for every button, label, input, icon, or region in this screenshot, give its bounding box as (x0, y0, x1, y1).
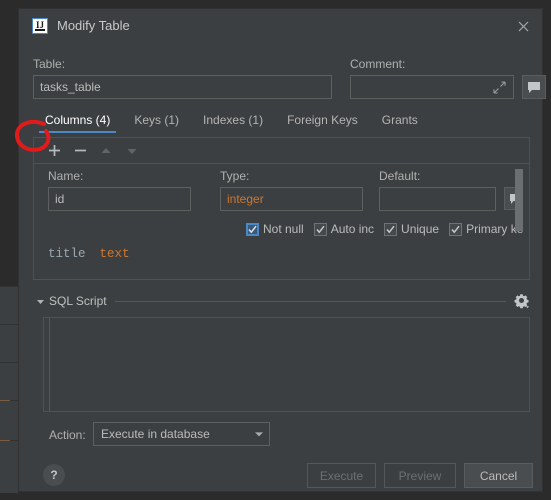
background-window-divider-1 (0, 400, 10, 401)
table-editor-tabs: Columns (4) Keys (1) Indexes (1) Foreign… (33, 113, 430, 137)
triangle-up-icon[interactable] (95, 141, 117, 161)
tab-columns[interactable]: Columns (4) (33, 113, 122, 133)
gear-icon[interactable] (514, 293, 530, 309)
checkbox-auto-inc-box[interactable] (313, 222, 327, 236)
dialog-title: Modify Table (57, 18, 130, 33)
tab-keys[interactable]: Keys (1) (122, 113, 191, 133)
column-name-input[interactable] (48, 187, 191, 211)
checkbox-auto-inc[interactable]: Auto inc (313, 222, 375, 236)
tab-indexes[interactable]: Indexes (1) (191, 113, 275, 133)
column-type-label: Type: (220, 169, 250, 183)
column-type-input[interactable] (220, 187, 363, 211)
background-window-strip-4 (0, 400, 18, 441)
sql-script-title: SQL Script (49, 294, 107, 308)
section-divider (114, 300, 506, 302)
column-row-expanded (40, 187, 523, 211)
checkbox-primary-key[interactable]: Primary key (449, 222, 523, 236)
column-default-input[interactable] (379, 187, 496, 211)
action-label: Action: (49, 428, 86, 442)
background-window-strip-1 (0, 286, 18, 325)
column-row-title-name: title (48, 247, 86, 261)
background-window-strip-5 (0, 440, 18, 493)
preview-button[interactable]: Preview (384, 463, 456, 488)
add-column-button[interactable] (43, 141, 65, 161)
columns-scrollbar-thumb[interactable] (515, 169, 523, 231)
background-window-strip-2 (0, 324, 18, 363)
chevron-down-icon (249, 429, 269, 439)
comment-label: Comment: (350, 57, 406, 71)
comment-button[interactable] (522, 75, 546, 99)
column-name-label: Name: (48, 169, 84, 183)
help-button[interactable]: ? (43, 464, 65, 486)
sql-script-header: SQL Script (33, 293, 530, 309)
action-dropdown-value: Execute in database (101, 427, 210, 441)
sql-editor-gutter (44, 318, 50, 411)
checkbox-unique-label: Unique (401, 222, 440, 236)
action-dropdown[interactable]: Execute in database (93, 422, 270, 446)
modify-table-dialog: IJ Modify Table Table: Comment: Columns … (18, 8, 546, 492)
dialog-titlebar: IJ Modify Table (19, 9, 542, 43)
tab-grants[interactable]: Grants (370, 113, 430, 133)
intellij-idea-icon: IJ (32, 18, 48, 34)
triangle-down-icon[interactable] (121, 141, 143, 161)
column-default-label: Default: (379, 169, 421, 183)
columns-toolbar (34, 138, 529, 164)
column-flag-checkboxes: Not null Auto inc Unique Primary (40, 219, 523, 239)
columns-scrollbar[interactable] (515, 169, 523, 275)
comment-input[interactable] (350, 75, 514, 99)
checkbox-not-null-box[interactable] (246, 222, 259, 236)
remove-column-button[interactable] (69, 141, 91, 161)
checkbox-primary-key-box[interactable] (449, 222, 463, 236)
background-window-strip-3 (0, 362, 18, 401)
sql-script-editor[interactable] (43, 317, 530, 412)
expand-diagonal-icon[interactable] (493, 81, 506, 94)
checkbox-auto-inc-label: Auto inc (330, 222, 375, 236)
column-field-labels: Name: Type: Default: (40, 169, 523, 185)
execute-button[interactable]: Execute (307, 463, 376, 488)
chevron-down-icon[interactable] (33, 294, 47, 308)
table-name-label: Table: (33, 57, 66, 71)
checkbox-not-null-label: Not null (263, 222, 304, 236)
close-icon[interactable] (514, 17, 532, 35)
background-window-divider-2 (0, 440, 10, 441)
cancel-button[interactable]: Cancel (464, 463, 533, 488)
table-name-input[interactable] (33, 75, 332, 99)
checkbox-not-null[interactable]: Not null (246, 222, 304, 236)
checkbox-unique-box[interactable] (384, 222, 398, 236)
checkbox-unique[interactable]: Unique (384, 222, 439, 236)
columns-rows-area: Name: Type: Default: id integer Not null… (40, 169, 523, 275)
tab-foreign-keys[interactable]: Foreign Keys (275, 113, 370, 133)
columns-panel: Name: Type: Default: id integer Not null… (33, 137, 530, 280)
column-row-title[interactable]: title text (48, 247, 130, 261)
column-row-title-type: text (99, 247, 130, 261)
